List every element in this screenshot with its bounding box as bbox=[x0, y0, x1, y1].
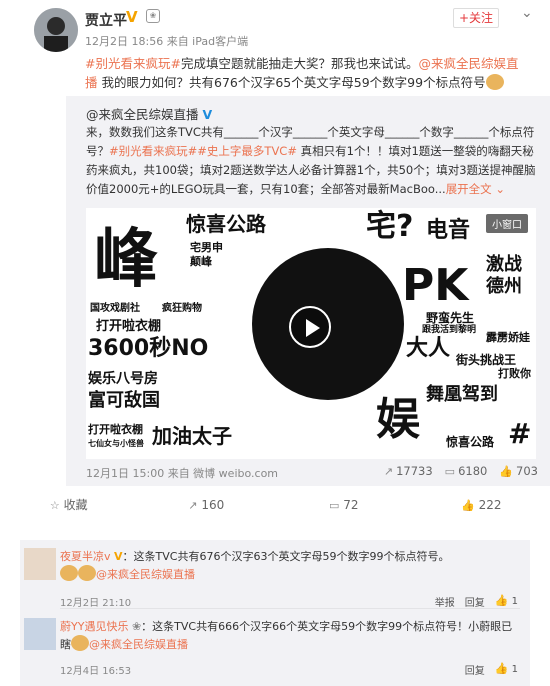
video-word: 宅男申 bbox=[190, 241, 223, 254]
video-word: # bbox=[508, 417, 532, 450]
repost-button[interactable]: ↗ 160 bbox=[138, 492, 276, 518]
comment-time: 12月2日 21:10 bbox=[60, 598, 132, 609]
video-word: 富可敌国 bbox=[88, 390, 160, 411]
thumbs-up-icon: 👍 bbox=[461, 499, 475, 512]
doge-emoji-icon bbox=[71, 635, 89, 651]
mention-link[interactable]: @来疯全民综娱直播 bbox=[89, 638, 188, 651]
repost-counts: ↗ 17733 ▭ 6180 👍 703 bbox=[384, 464, 538, 478]
commenter-avatar[interactable] bbox=[24, 548, 56, 580]
post-text-part: 完成填空题就能抽走大奖？那我也来试试。 bbox=[180, 56, 419, 71]
thumbs-up-icon: 👍 bbox=[494, 594, 509, 607]
topic-link[interactable]: #别光看来疯玩# bbox=[109, 144, 197, 158]
comment-like-button[interactable]: 👍 1 bbox=[495, 662, 518, 677]
video-word: 德州 bbox=[486, 276, 522, 297]
repost-count[interactable]: ↗ 17733 bbox=[384, 464, 433, 478]
expand-full-text-link[interactable]: 展开全文 ⌄ bbox=[446, 182, 505, 196]
video-player[interactable]: 峰 惊喜公路 宅? 电音 PK 激战 德州 宅男申 颠峰 国攻戏剧社 疯狂购物 … bbox=[86, 208, 536, 459]
author-name[interactable]: 贾立平 bbox=[85, 10, 127, 30]
verified-badge-icon: V bbox=[202, 107, 213, 122]
video-word: 加油太子 bbox=[152, 424, 232, 448]
verified-badge-icon: V bbox=[126, 8, 138, 26]
post-text: #别光看来疯玩#完成填空题就能抽走大奖？那我也来试试。@来疯全民综娱直播 我的眼… bbox=[85, 54, 525, 92]
video-word: 3600秒NO bbox=[88, 336, 209, 361]
video-word: 街头挑战王 bbox=[456, 353, 517, 367]
video-word: PK bbox=[402, 260, 469, 311]
reposted-card: @来疯全民综娱直播 V 来，数数我们这条TVC共有______个汉字______… bbox=[66, 96, 550, 486]
weibo-post: 贾立平 V ❀ +关注 ⌄ 12月2日 18:56 来自 iPad客户端 #别光… bbox=[0, 0, 550, 526]
video-word: 打开啦衣棚 bbox=[96, 319, 162, 334]
doge-emoji-icon bbox=[78, 565, 96, 581]
video-word: 舞凰驾到 bbox=[426, 384, 498, 405]
follow-button[interactable]: +关注 bbox=[453, 8, 499, 28]
author-avatar[interactable] bbox=[34, 8, 78, 52]
video-word: 电音 bbox=[426, 218, 471, 243]
divider bbox=[60, 608, 520, 609]
video-word: 激战 bbox=[486, 254, 522, 275]
video-word: 七仙女与小怪兽 bbox=[88, 439, 144, 448]
member-level-icon: ❀ bbox=[146, 9, 160, 23]
comment-count[interactable]: ▭ 6180 bbox=[445, 464, 488, 478]
repost-author[interactable]: @来疯全民综娱直播 V bbox=[86, 104, 212, 123]
commenter-avatar[interactable] bbox=[24, 618, 56, 650]
video-word: 野蛮先生 bbox=[426, 311, 475, 325]
thumbs-up-icon: 👍 bbox=[499, 464, 514, 478]
topic-link[interactable]: #别光看来疯玩# bbox=[85, 56, 181, 71]
commenter-nick[interactable]: 夜夏半凉v bbox=[60, 550, 111, 563]
favorite-button[interactable]: ☆ 收藏 bbox=[0, 492, 138, 518]
member-level-icon: ❀ bbox=[131, 620, 142, 633]
comment-button[interactable]: ▭ 72 bbox=[275, 492, 413, 518]
video-word: 颠峰 bbox=[190, 255, 212, 268]
commenter-nick[interactable]: 蔚YY遇见快乐 bbox=[60, 620, 128, 633]
comment-ops: 回复 👍 1 bbox=[465, 662, 518, 677]
repost-text: 来，数数我们这条TVC共有______个汉字______个英文字母______个… bbox=[86, 125, 536, 196]
comment-icon: ▭ bbox=[328, 499, 340, 512]
video-word: 娱 bbox=[376, 394, 420, 445]
repost-icon: ↗ bbox=[383, 464, 394, 478]
video-word: 宅? bbox=[366, 209, 414, 244]
topic-link[interactable]: #史上字最多TVC# bbox=[197, 144, 297, 158]
comment-ops: 举报 回复 👍 1 bbox=[435, 594, 518, 609]
video-word: 打开啦衣棚 bbox=[88, 423, 143, 436]
comment-like-button[interactable]: 👍 1 bbox=[495, 594, 518, 609]
comment-text: 夜夏半凉v V：这条TVC共有676个汉字63个英文字母59个数字99个标点符号… bbox=[60, 550, 450, 581]
post-meta: 12月2日 18:56 来自 iPad客户端 bbox=[85, 35, 249, 48]
thumbs-up-icon: 👍 bbox=[494, 662, 509, 675]
comment-text: 蔚YY遇见快乐 ❀：这条TVC共有666个汉字66个英文字母59个数字99个标点… bbox=[60, 620, 513, 651]
comment-icon: ▭ bbox=[444, 464, 456, 478]
video-word: 国攻戏剧社 bbox=[90, 303, 140, 314]
doge-emoji-icon bbox=[485, 74, 504, 90]
video-word: 打败你 bbox=[498, 367, 531, 380]
chevron-down-icon[interactable]: ⌄ bbox=[521, 5, 533, 21]
video-word: 跟我活到黎明 bbox=[422, 325, 477, 335]
video-word: 峰 bbox=[94, 223, 158, 297]
video-word: 大人 bbox=[406, 336, 451, 361]
repost-meta: 12月1日 15:00 来自 微博 weibo.com bbox=[86, 467, 279, 480]
doge-emoji-icon bbox=[60, 565, 78, 581]
reply-button[interactable]: 回复 bbox=[465, 662, 485, 677]
mention-link[interactable]: @来疯全民综娱直播 bbox=[96, 568, 195, 581]
like-count[interactable]: 👍 703 bbox=[499, 464, 538, 478]
comments-list: 夜夏半凉v V：这条TVC共有676个汉字63个英文字母59个数字99个标点符号… bbox=[20, 540, 530, 686]
comment-time: 12月4日 16:53 bbox=[60, 666, 132, 677]
video-word: 娱乐八号房 bbox=[88, 371, 158, 387]
star-icon: ☆ bbox=[49, 499, 60, 512]
like-button[interactable]: 👍 222 bbox=[413, 492, 550, 518]
post-text-part: 我的眼力如何？共有676个汉字65个英文字母59个数字99个标点符号 bbox=[97, 75, 486, 90]
video-word: 疯狂购物 bbox=[162, 303, 202, 314]
play-button[interactable] bbox=[289, 306, 331, 348]
mini-window-button[interactable]: 小窗口 bbox=[486, 214, 528, 233]
video-word: 霹雳娇娃 bbox=[486, 331, 530, 344]
post-action-bar: ☆ 收藏 ↗ 160 ▭ 72 👍 222 bbox=[0, 492, 550, 518]
author-avatar-photo bbox=[34, 8, 78, 52]
verified-badge-icon: V bbox=[114, 550, 123, 563]
video-word: 惊喜公路 bbox=[446, 435, 495, 449]
video-word: 惊喜公路 bbox=[186, 212, 266, 236]
repost-icon: ↗ bbox=[188, 499, 198, 512]
report-button[interactable]: 举报 bbox=[435, 594, 455, 609]
reply-button[interactable]: 回复 bbox=[465, 594, 485, 609]
